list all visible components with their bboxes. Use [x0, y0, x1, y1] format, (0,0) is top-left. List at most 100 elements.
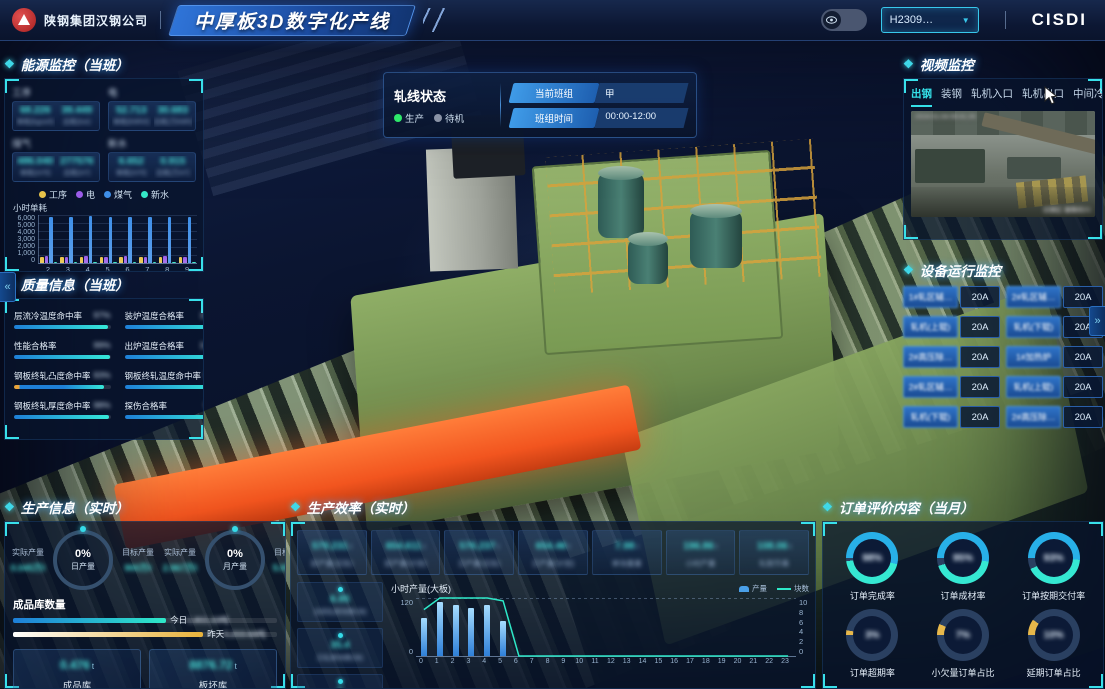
divider [500, 83, 501, 127]
stock-bar-fill [13, 632, 203, 637]
quality-item-label: 性能合格率 [14, 340, 57, 352]
energy-bar-group [80, 216, 97, 263]
energy-legend-item: 工序 [39, 188, 67, 201]
device-name-button[interactable]: 2#高压除… [1006, 406, 1061, 428]
production-panel-title: ❖ 生产信息（实时） [4, 497, 286, 517]
order-gauge: 95%订单成材率 [920, 532, 1007, 602]
stat-label: 目标产量 [269, 547, 286, 558]
orders-panel: ❖ 订单评价内容（当月） 98%订单完成率95%订单成材率93%订单按期交付率3… [822, 497, 1104, 689]
energy-bar-group [60, 217, 77, 263]
actual-output-stat: 实际产量2.967万t [159, 547, 201, 574]
energy-metric: 68.226单耗(kgce/t) [16, 105, 55, 127]
energy-chart-label: 小时单耗 [13, 202, 203, 214]
visibility-toggle[interactable] [821, 9, 867, 31]
energy-metric: 30.683总耗(万kWh) [154, 105, 193, 127]
y-tick: 6,000 [17, 215, 35, 222]
device-value: 20A [1063, 286, 1103, 308]
stock-bar: 昨天5,203.66吨 [13, 632, 277, 637]
energy-metric-value: 30.683 [154, 105, 193, 116]
video-tab-轧机入口[interactable]: 轧机入口 [971, 86, 1013, 107]
video-tab-装钢[interactable]: 装钢 [941, 86, 962, 107]
device-name-button[interactable]: 2#高压除… [903, 346, 958, 368]
side-stat-label: 日轧制块数(块) [298, 653, 382, 663]
quality-progress-fill [125, 385, 204, 389]
right-collapse-tab[interactable]: » [1089, 306, 1105, 336]
energy-metric-value: 68.226 [16, 105, 55, 116]
device-name-button[interactable]: 轧机(上辊) [1006, 376, 1061, 398]
video-tab-出钢[interactable]: 出钢 [911, 86, 932, 107]
y-tick: 4 [799, 627, 814, 636]
view-selector-value: H2309… [890, 14, 933, 26]
title-decoration [423, 8, 445, 32]
order-gauge-label: 订单成材率 [940, 589, 985, 602]
y-tick: 6 [799, 618, 814, 627]
camera-feed-detail [915, 149, 985, 183]
energy-bar [188, 217, 192, 263]
legend-dot [141, 191, 148, 198]
quality-progress-track [14, 415, 111, 419]
y-tick: 10 [799, 598, 814, 607]
energy-bar [148, 217, 152, 263]
device-name-button[interactable]: 1#加热炉 [1006, 346, 1061, 368]
quality-progress-fill [14, 415, 109, 419]
hourly-chart-plot [416, 598, 796, 657]
device-name-button[interactable]: 轧机(上辊) [903, 316, 958, 338]
video-tab-轧机出口[interactable]: 轧机出口 [1022, 86, 1064, 107]
camera-feed[interactable]: 2024-01-04 09:41:28 出钢区 摄像机01 [911, 111, 1095, 217]
diamond-icon: ❖ [903, 263, 914, 277]
order-donut: 7% [937, 609, 989, 661]
quality-item: 探伤合格率97% [125, 400, 204, 419]
field-name-button[interactable]: 当前班组 [509, 83, 600, 103]
quality-progress-fill [125, 355, 204, 359]
side-stat-value: 35.4 [298, 640, 382, 651]
efficiency-stat-card: 576.237 t日产量(实际) [444, 530, 514, 575]
efficiency-stat-label: 日产量(计划) [520, 558, 586, 569]
energy-group-name: 工序 [12, 85, 100, 99]
ring-tick [80, 526, 86, 532]
quality-progress-track [125, 415, 204, 419]
y-tick: 0 [799, 647, 814, 656]
efficiency-stat-card: 108.06 t轧制节奏 [739, 530, 809, 575]
device-name-button[interactable]: 轧机(下辊) [903, 406, 958, 428]
energy-metric-value: 39.449 [58, 105, 97, 116]
device-name-button[interactable]: 1#轧区辅… [903, 286, 958, 308]
energy-bar [133, 262, 137, 263]
ring-label: 日产量 [71, 561, 95, 572]
device-name-button[interactable]: 2#轧区辅… [1006, 286, 1061, 308]
efficiency-side-stat: 35.4 日轧制块数(块) [297, 628, 383, 668]
energy-bar-group [179, 217, 196, 263]
energy-metric-value: 52.713 [112, 105, 151, 116]
device-name-button[interactable]: 轧机(下辊) [1006, 316, 1061, 338]
view-selector-dropdown[interactable]: H2309… ▼ [881, 7, 979, 33]
energy-bar [100, 257, 104, 263]
device-row: 轧机(上辊)20A轧机(下辊)20A [903, 316, 1103, 338]
quality-progress-track [14, 325, 111, 329]
x-axis: 01234567891011121314151617181920212223 [413, 658, 793, 665]
quality-item-label: 探伤合格率 [125, 400, 168, 412]
energy-bar [168, 217, 172, 263]
quality-item-label: 钢板终轧厚度命中率 [14, 400, 91, 412]
video-tab-中间冷[interactable]: 中间冷 [1073, 86, 1102, 107]
cisdi-logo: CISDI [1032, 10, 1087, 30]
energy-bar [84, 256, 88, 263]
quality-panel-title: ❖ 质量信息（当班） [4, 274, 204, 294]
energy-bar-group [100, 217, 117, 263]
quality-item-value: 100% [199, 310, 204, 322]
energy-group-name: 煤气 [12, 136, 100, 150]
energy-bar [60, 257, 64, 263]
legend-dot [39, 191, 46, 198]
energy-group-name: 新水 [108, 136, 196, 150]
device-name-button[interactable]: 2#轧区辅… [903, 376, 958, 398]
quality-progress-track [125, 355, 204, 359]
energy-bar [183, 257, 187, 263]
left-collapse-tab[interactable]: « [0, 272, 16, 302]
energy-bar [54, 262, 58, 263]
target-output-stat: 目标产量900万t [117, 547, 159, 574]
field-name-button[interactable]: 班组时间 [509, 108, 600, 128]
efficiency-stat-label: 单块重量 [594, 558, 660, 569]
stat-value: 900万t [117, 561, 159, 574]
quality-item: 性能合格率99% [14, 340, 111, 359]
progress-ring: 0%月产量 [205, 530, 265, 590]
efficiency-stat-label: 班产量(计划) [373, 558, 439, 569]
hourly-chart-label: 小时产量(大板) [391, 582, 451, 595]
